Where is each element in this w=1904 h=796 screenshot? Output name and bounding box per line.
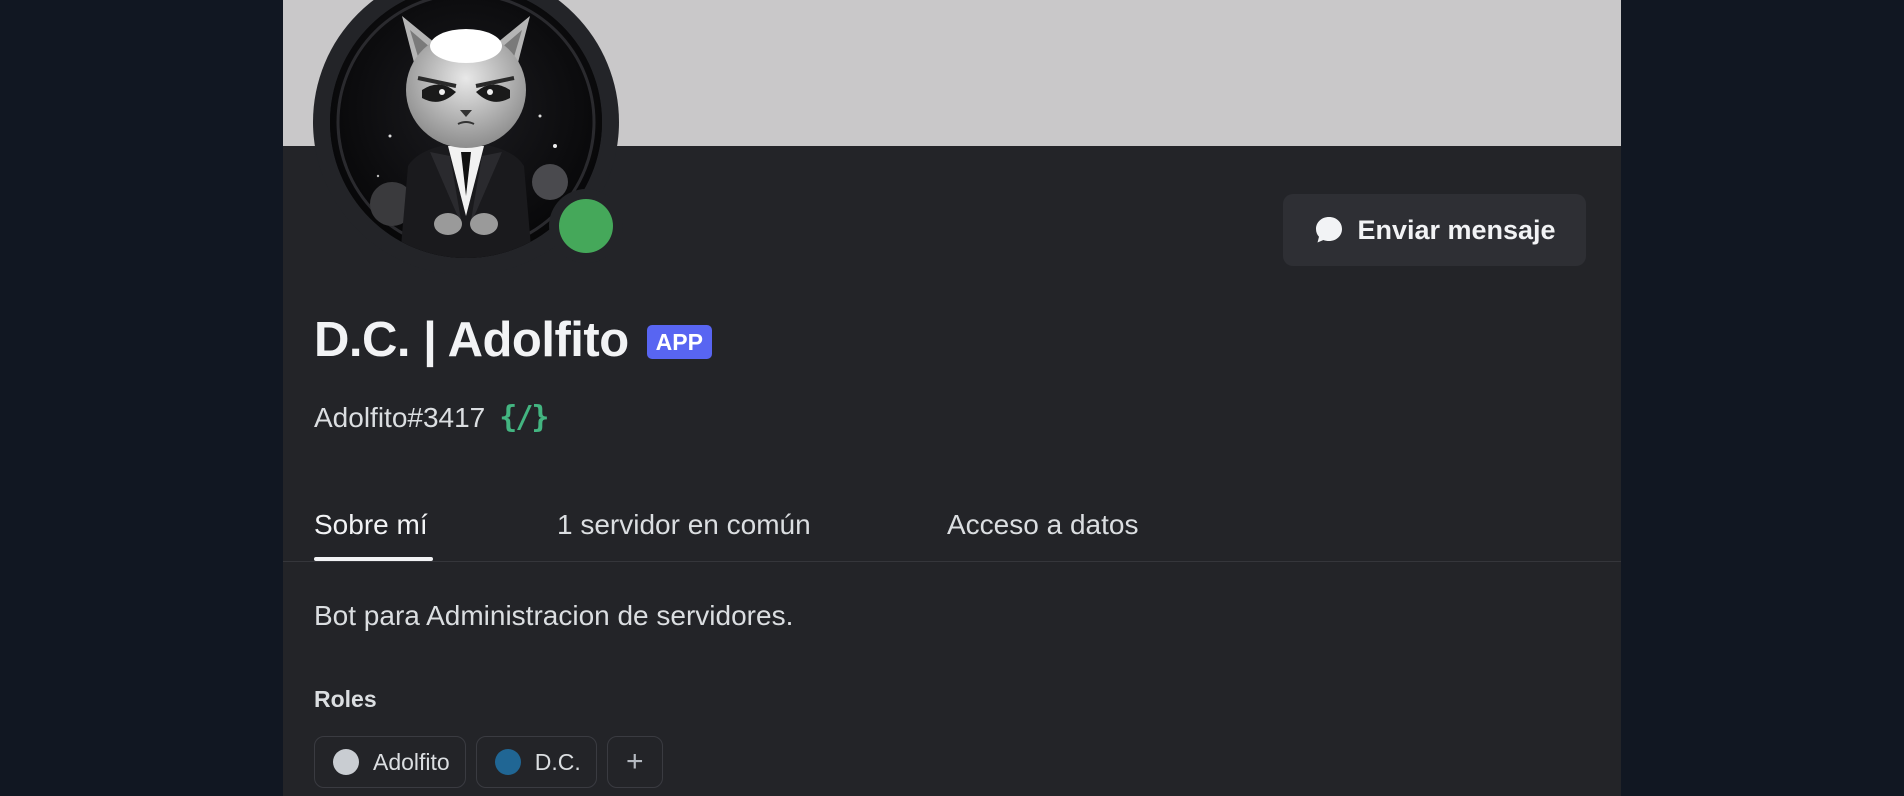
role-pill-dc[interactable]: D.C. xyxy=(475,736,597,788)
roles-list: Adolfito D.C. + xyxy=(314,736,663,788)
app-badge[interactable]: APP xyxy=(646,325,712,359)
profile-tabs: Sobre mí 1 servidor en común Acceso a da… xyxy=(283,505,1621,562)
role-color-dot-icon xyxy=(333,749,359,775)
send-message-label: Enviar mensaje xyxy=(1357,214,1556,245)
role-name: Adolfito xyxy=(373,748,450,775)
roles-heading: Roles xyxy=(314,686,377,712)
username[interactable]: Adolfito#3417 xyxy=(314,402,485,434)
role-color-dot-icon xyxy=(494,749,521,775)
tab-mutual-servers[interactable]: 1 servidor en común xyxy=(557,509,811,541)
chat-bubble-icon xyxy=(1316,217,1343,243)
display-name: D.C. | Adolfito xyxy=(314,313,629,367)
bio-text: Bot para Administracion de servidores. xyxy=(314,600,794,631)
user-profile-modal: Enviar mensaje D.C. | Adolfito APP Adolf… xyxy=(283,0,1621,796)
plus-icon: + xyxy=(625,745,644,778)
avatar-container[interactable] xyxy=(313,0,623,275)
tab-data-access[interactable]: Acceso a datos xyxy=(947,509,1138,541)
send-message-button[interactable]: Enviar mensaje xyxy=(1283,194,1586,266)
add-role-button[interactable]: + xyxy=(606,736,663,788)
status-indicator xyxy=(549,189,623,263)
slash-commands-badge-icon[interactable]: {/} xyxy=(499,400,549,435)
role-name: D.C. xyxy=(534,748,581,775)
online-status-icon xyxy=(559,199,613,253)
active-tab-indicator xyxy=(314,557,433,561)
display-name-row: D.C. | Adolfito APP xyxy=(314,312,712,368)
role-pill-adolfito[interactable]: Adolfito xyxy=(314,736,466,788)
username-row: Adolfito#3417 {/} xyxy=(314,400,549,435)
tab-about-me[interactable]: Sobre mí xyxy=(314,509,428,541)
